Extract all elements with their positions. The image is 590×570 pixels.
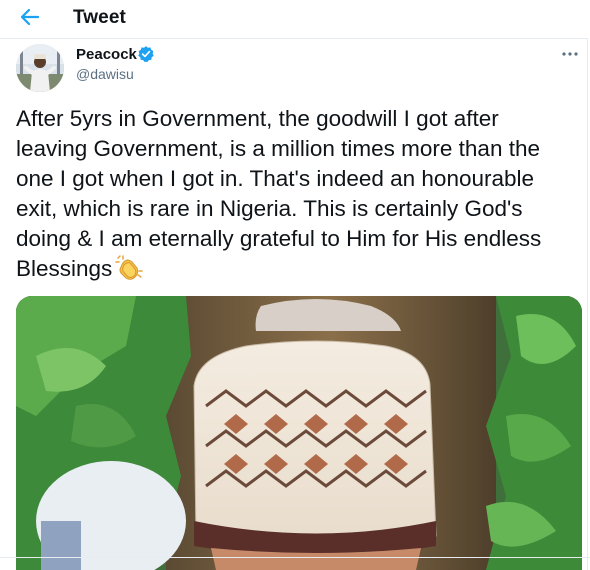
clapping-hands-icon [115, 255, 144, 280]
author-handle[interactable]: @dawisu [76, 66, 134, 82]
tweet-photo [16, 296, 582, 570]
more-options-icon [562, 52, 578, 56]
tweet-media-image[interactable] [16, 296, 582, 570]
avatar-photo [16, 44, 64, 92]
tweet-author-row: Peacock @dawisu [16, 44, 586, 92]
arrow-left-icon [20, 8, 40, 26]
author-display-name[interactable]: Peacock [76, 46, 137, 63]
back-button[interactable] [14, 3, 46, 31]
tweet-page: Tweet Peacock @dawisu After 5yrs in Gove… [0, 0, 590, 570]
verified-badge-icon [138, 46, 154, 63]
page-header: Tweet [0, 0, 588, 39]
page-title: Tweet [73, 7, 126, 28]
avatar[interactable] [16, 44, 64, 92]
tweet-body: After 5yrs in Government, the goodwill I… [16, 106, 542, 281]
tweet-text: After 5yrs in Government, the goodwill I… [16, 104, 576, 284]
more-options-button[interactable] [556, 44, 584, 64]
divider [0, 557, 590, 558]
